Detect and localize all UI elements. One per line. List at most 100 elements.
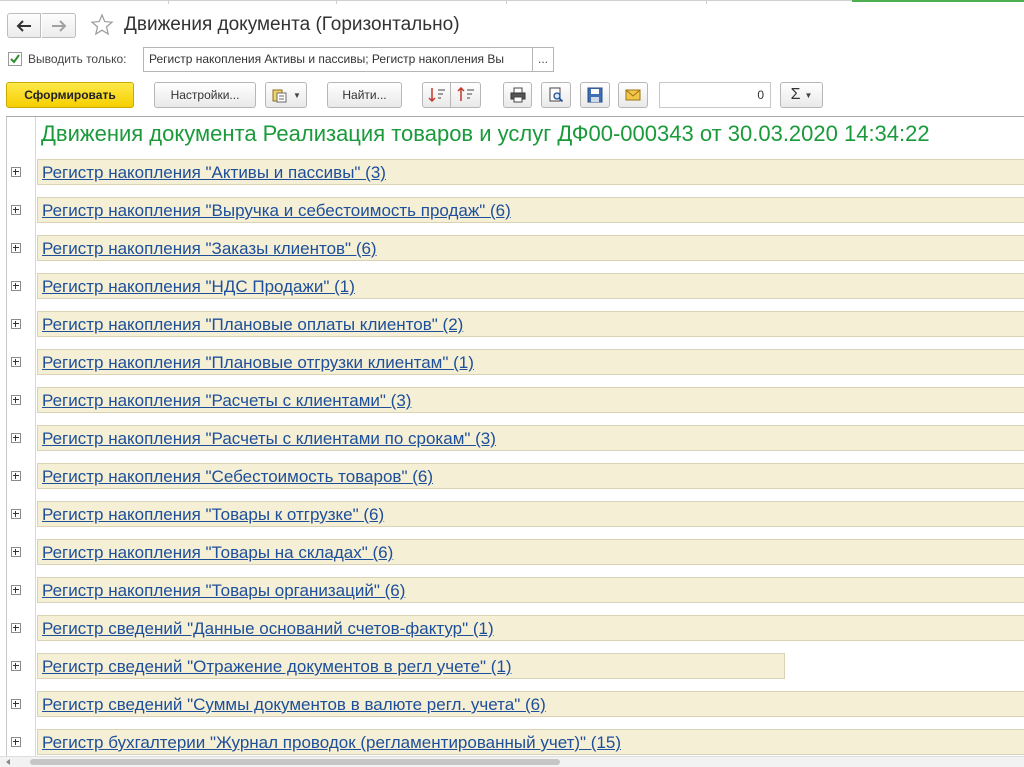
active-tab-indicator bbox=[852, 0, 1024, 2]
top-strip-tick bbox=[336, 0, 337, 4]
expand-icon[interactable] bbox=[11, 547, 21, 557]
register-link[interactable]: Регистр накопления "Себестоимость товаро… bbox=[42, 467, 433, 486]
report-area: Движения документа Реализация товаров и … bbox=[6, 116, 1024, 756]
expand-icon[interactable] bbox=[11, 509, 21, 519]
report-variant-icon bbox=[272, 89, 287, 103]
generate-button[interactable]: Сформировать bbox=[6, 82, 134, 108]
register-link[interactable]: Регистр накопления "Активы и пассивы" (3… bbox=[42, 163, 386, 182]
register-cell: Регистр накопления "Активы и пассивы" (3… bbox=[37, 159, 1024, 185]
chevron-down-icon: ▼ bbox=[293, 90, 301, 100]
register-cell: Регистр накопления "Заказы клиентов" (6) bbox=[37, 235, 1024, 261]
register-cell: Регистр накопления "Расчеты с клиентами … bbox=[37, 425, 1024, 451]
register-row: Регистр сведений "Суммы документов в вал… bbox=[7, 691, 1024, 717]
horizontal-scrollbar[interactable] bbox=[0, 756, 1024, 767]
scroll-left-icon[interactable] bbox=[6, 759, 10, 765]
report-variant-button[interactable]: ▼ bbox=[265, 82, 307, 108]
register-row: Регистр накопления "Расчеты с клиентами"… bbox=[7, 387, 1024, 413]
expand-icon[interactable] bbox=[11, 585, 21, 595]
register-row: Регистр накопления "Выручка и себестоимо… bbox=[7, 197, 1024, 223]
register-cell: Регистр сведений "Суммы документов в вал… bbox=[37, 691, 1024, 717]
print-preview-icon bbox=[549, 87, 564, 103]
register-link[interactable]: Регистр накопления "Расчеты с клиентами"… bbox=[42, 391, 411, 410]
register-cell: Регистр накопления "Себестоимость товаро… bbox=[37, 463, 1024, 489]
find-button[interactable]: Найти... bbox=[327, 82, 402, 108]
expand-icon[interactable] bbox=[11, 281, 21, 291]
arrow-left-icon bbox=[16, 19, 31, 32]
register-cell: Регистр бухгалтерии "Журнал проводок (ре… bbox=[37, 729, 1024, 755]
top-strip-tick bbox=[168, 0, 169, 4]
expand-icon[interactable] bbox=[11, 319, 21, 329]
register-cell: Регистр накопления "Товары к отгрузке" (… bbox=[37, 501, 1024, 527]
expand-icon[interactable] bbox=[11, 623, 21, 633]
forward-button[interactable] bbox=[42, 13, 76, 38]
settings-button-label: Настройки... bbox=[170, 88, 240, 102]
register-link[interactable]: Регистр сведений "Отражение документов в… bbox=[42, 657, 512, 676]
send-mail-button[interactable] bbox=[618, 82, 648, 108]
register-link[interactable]: Регистр сведений "Данные оснований счето… bbox=[42, 619, 494, 638]
filter-select-button[interactable]: ... bbox=[532, 47, 554, 72]
print-preview-button[interactable] bbox=[541, 82, 571, 108]
expand-icon[interactable] bbox=[11, 243, 21, 253]
register-cell: Регистр накопления "Выручка и себестоимо… bbox=[37, 197, 1024, 223]
printer-icon bbox=[510, 87, 525, 103]
print-button[interactable] bbox=[503, 82, 532, 108]
star-icon[interactable] bbox=[90, 13, 114, 37]
sigma-icon: Σ bbox=[790, 86, 801, 103]
checkbox-checked-icon[interactable] bbox=[8, 52, 22, 66]
floppy-disk-icon bbox=[587, 87, 603, 103]
expand-icon[interactable] bbox=[11, 167, 21, 177]
register-link[interactable]: Регистр накопления "Плановые оплаты клие… bbox=[42, 315, 463, 334]
sort-descending-button[interactable] bbox=[451, 82, 481, 108]
register-link[interactable]: Регистр накопления "Расчеты с клиентами … bbox=[42, 429, 496, 448]
back-button[interactable] bbox=[7, 13, 41, 38]
top-strip-line bbox=[0, 0, 852, 1]
register-row: Регистр накопления "Активы и пассивы" (3… bbox=[7, 159, 1024, 185]
generate-button-label: Сформировать bbox=[24, 88, 116, 102]
arrow-right-icon bbox=[51, 19, 66, 32]
register-cell: Регистр накопления "Товары на складах" (… bbox=[37, 539, 1024, 565]
register-link[interactable]: Регистр накопления "НДС Продажи" (1) bbox=[42, 277, 355, 296]
expand-icon[interactable] bbox=[11, 471, 21, 481]
settings-button[interactable]: Настройки... bbox=[154, 82, 256, 108]
sort-ascending-icon bbox=[427, 88, 445, 103]
register-row: Регистр накопления "Товары на складах" (… bbox=[7, 539, 1024, 565]
register-row: Регистр накопления "НДС Продажи" (1) bbox=[7, 273, 1024, 299]
register-link[interactable]: Регистр сведений "Суммы документов в вал… bbox=[42, 695, 546, 714]
register-link[interactable]: Регистр бухгалтерии "Журнал проводок (ре… bbox=[42, 733, 621, 752]
expand-icon[interactable] bbox=[11, 699, 21, 709]
top-strip-tick bbox=[506, 0, 507, 4]
register-row: Регистр бухгалтерии "Журнал проводок (ре… bbox=[7, 729, 1024, 755]
sort-ascending-button[interactable] bbox=[422, 82, 451, 108]
register-cell: Регистр накопления "НДС Продажи" (1) bbox=[37, 273, 1024, 299]
register-cell: Регистр сведений "Отражение документов в… bbox=[37, 653, 785, 679]
register-link[interactable]: Регистр накопления "Плановые отгрузки кл… bbox=[42, 353, 474, 372]
register-row: Регистр накопления "Расчеты с клиентами … bbox=[7, 425, 1024, 451]
envelope-icon bbox=[625, 89, 641, 101]
report-title: Движения документа Реализация товаров и … bbox=[41, 121, 930, 146]
save-button[interactable] bbox=[580, 82, 610, 108]
window-title: Движения документа (Горизонтально) bbox=[124, 14, 460, 35]
register-link[interactable]: Регистр накопления "Товары организаций" … bbox=[42, 581, 405, 600]
register-link[interactable]: Регистр накопления "Товары к отгрузке" (… bbox=[42, 505, 384, 524]
register-link[interactable]: Регистр накопления "Выручка и себестоимо… bbox=[42, 201, 511, 220]
register-row: Регистр накопления "Товары к отгрузке" (… bbox=[7, 501, 1024, 527]
register-cell: Регистр накопления "Расчеты с клиентами"… bbox=[37, 387, 1024, 413]
filter-input[interactable]: Регистр накопления Активы и пассивы; Рег… bbox=[143, 47, 533, 72]
register-link[interactable]: Регистр накопления "Заказы клиентов" (6) bbox=[42, 239, 377, 258]
register-link[interactable]: Регистр накопления "Товары на складах" (… bbox=[42, 543, 393, 562]
scrollbar-thumb[interactable] bbox=[30, 759, 560, 765]
expand-icon[interactable] bbox=[11, 357, 21, 367]
register-row: Регистр накопления "Товары организаций" … bbox=[7, 577, 1024, 603]
register-row: Регистр накопления "Заказы клиентов" (6) bbox=[7, 235, 1024, 261]
register-row: Регистр накопления "Себестоимость товаро… bbox=[7, 463, 1024, 489]
sort-descending-icon bbox=[456, 87, 474, 101]
window-top-strip bbox=[0, 0, 1024, 4]
expand-icon[interactable] bbox=[11, 737, 21, 747]
expand-icon[interactable] bbox=[11, 661, 21, 671]
amount-field[interactable]: 0 bbox=[659, 82, 771, 108]
expand-icon[interactable] bbox=[11, 205, 21, 215]
expand-icon[interactable] bbox=[11, 395, 21, 405]
expand-icon[interactable] bbox=[11, 433, 21, 443]
sum-button[interactable]: Σ ▼ bbox=[780, 82, 823, 108]
register-row: Регистр накопления "Плановые оплаты клие… bbox=[7, 311, 1024, 337]
